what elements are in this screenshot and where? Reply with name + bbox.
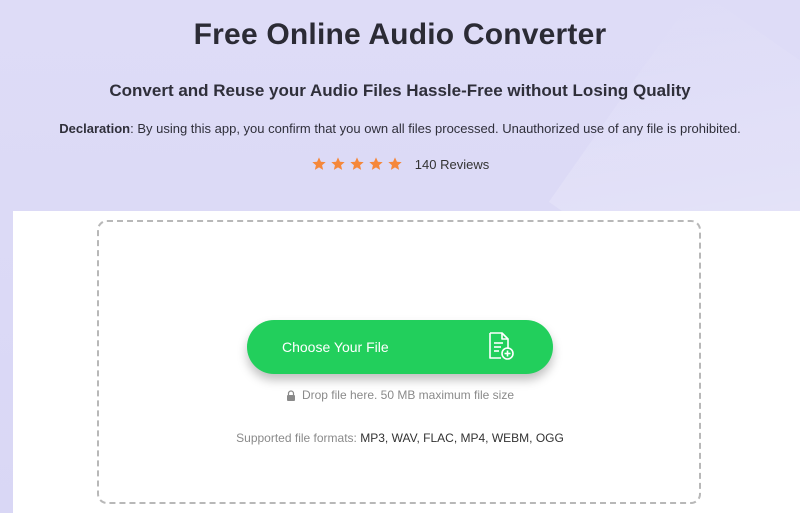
rating: 140 Reviews	[0, 156, 800, 172]
declaration: Declaration: By using this app, you conf…	[0, 121, 800, 136]
star-icon	[331, 157, 345, 170]
lock-icon	[286, 389, 295, 401]
formats-label: Supported file formats:	[236, 431, 357, 445]
star-icon	[350, 157, 364, 170]
page-title: Free Online Audio Converter	[193, 18, 607, 51]
star-rating[interactable]	[311, 156, 403, 172]
declaration-label: Declaration	[59, 121, 131, 136]
star-icon	[388, 157, 402, 170]
reviews-count[interactable]: 140 Reviews	[415, 157, 489, 172]
declaration-text: : By using this app, you confirm that yo…	[130, 121, 741, 136]
choose-file-label: Choose Your File	[282, 339, 389, 355]
star-icon	[312, 157, 326, 170]
choose-file-button[interactable]: Choose Your File	[247, 320, 553, 374]
drop-hint: Drop file here. 50 MB maximum file size	[0, 388, 800, 402]
formats-list: MP3, WAV, FLAC, MP4, WEBM, OGG	[360, 431, 564, 445]
page-subtitle: Convert and Reuse your Audio Files Hassl…	[109, 81, 691, 100]
drop-hint-text: Drop file here. 50 MB maximum file size	[301, 388, 515, 402]
star-icon	[369, 157, 383, 170]
file-add-icon	[489, 332, 514, 360]
supported-formats: Supported file formats: MP3, WAV, FLAC, …	[0, 431, 800, 445]
